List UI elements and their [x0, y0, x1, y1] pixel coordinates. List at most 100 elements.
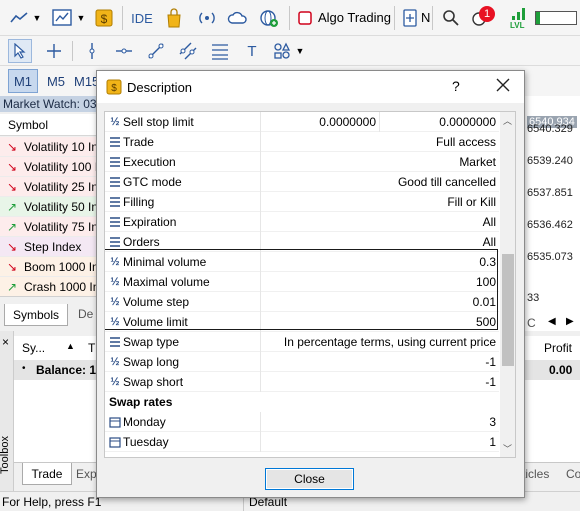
ide-button[interactable]: IDE [129, 9, 155, 27]
market-watch-row[interactable]: ↘ Volatility 10 In [0, 137, 100, 157]
help-button[interactable]: ? [452, 78, 460, 94]
properties-list: ½ Sell stop limit 0.0000000 0.0000000 Trade F… [104, 111, 516, 458]
market-watch-row[interactable]: ↘ Step Index [0, 237, 100, 257]
dialog-titlebar[interactable]: $ Description ? [97, 71, 524, 103]
tab-symbols[interactable]: Symbols [4, 304, 68, 326]
tab-exposure[interactable]: Exp [76, 467, 97, 481]
signal-strength-icon [510, 7, 528, 21]
chevron-right-icon[interactable]: ▶ [566, 316, 574, 327]
chevron-left-icon[interactable]: ◀ [548, 316, 556, 327]
tab-articles[interactable]: ticles [522, 467, 549, 481]
property-row[interactable]: ½ Swap long -1 [105, 352, 499, 372]
property-row[interactable]: ½ Volume limit 500 [105, 312, 499, 332]
property-row[interactable]: Trade Full access [105, 132, 499, 152]
crosshair-icon[interactable] [42, 40, 66, 62]
channel-icon[interactable] [176, 40, 200, 62]
property-row[interactable]: ½ Maximal volume 100 [105, 272, 499, 292]
chart-tab-c[interactable]: C [527, 316, 536, 330]
property-row[interactable]: Expiration All [105, 212, 499, 232]
trendline-icon[interactable] [144, 40, 168, 62]
signal-icon[interactable] [196, 8, 218, 28]
market-watch-row[interactable]: ↗ Crash 1000 In [0, 277, 100, 297]
column-profit[interactable]: Profit [544, 341, 572, 355]
globe-add-icon[interactable] [258, 7, 280, 29]
property-value: -1 [485, 355, 496, 369]
property-row[interactable]: Swap type In percentage terms, using curr… [105, 332, 499, 352]
property-row[interactable]: Orders All [105, 232, 499, 252]
property-row[interactable]: ½ Swap short -1 [105, 372, 499, 392]
property-value: Market [459, 155, 496, 169]
new-order-label[interactable]: N [421, 10, 431, 25]
shapes-icon[interactable] [270, 40, 294, 62]
lvl-label: LVL [510, 21, 525, 30]
property-value: -1 [485, 375, 496, 389]
list-icon [109, 335, 121, 349]
algo-trading-toggle[interactable] [298, 11, 312, 25]
market-watch-row[interactable]: ↗ Volatility 75 In [0, 217, 100, 237]
market-watch-row[interactable]: ↘ Boom 1000 In [0, 257, 100, 277]
tab-details[interactable]: De [78, 307, 93, 321]
close-icon[interactable]: × [2, 335, 9, 349]
fraction-icon: ½ [110, 276, 120, 288]
column-t[interactable]: T [88, 341, 95, 355]
list-icon [109, 215, 121, 229]
market-watch-row[interactable]: ↗ Volatility 50 In [0, 197, 100, 217]
property-row[interactable]: Monday 3 [105, 412, 499, 432]
property-name: Swap type [123, 335, 180, 349]
property-row[interactable]: Tuesday 1 [105, 432, 499, 452]
property-row[interactable]: Execution Market [105, 152, 499, 172]
fraction-icon: ½ [110, 116, 120, 128]
chevron-down-icon[interactable]: ▼ [32, 10, 42, 26]
timeframe-m1[interactable]: M1 [8, 69, 38, 93]
line-chart-icon[interactable] [8, 8, 30, 28]
toolbox-label: Toolbox [0, 436, 11, 474]
property-name: Trade [123, 135, 154, 149]
calendar-icon [109, 435, 121, 449]
shopping-bag-icon[interactable] [163, 7, 185, 29]
scroll-down-icon[interactable]: ﹀ [503, 442, 512, 455]
property-row[interactable]: ½ Minimal volume 0.3 [105, 252, 499, 272]
list-icon [109, 235, 121, 249]
close-button[interactable]: Close [265, 468, 354, 490]
vertical-line-icon[interactable] [80, 40, 104, 62]
property-value: Full access [435, 135, 496, 149]
chevron-down-icon[interactable]: ▼ [76, 10, 86, 26]
chevron-down-icon[interactable]: ▼ [295, 44, 305, 58]
property-name: Execution [123, 155, 176, 169]
property-row[interactable]: ½ Volume step 0.01 [105, 292, 499, 312]
tab-codebase[interactable]: Co [566, 467, 580, 481]
text-tool-icon[interactable]: T [240, 40, 264, 62]
property-name: Sell stop limit [123, 115, 194, 129]
fibonacci-icon[interactable] [208, 40, 232, 62]
cursor-icon[interactable] [8, 39, 32, 63]
price-label: 6540.329 [527, 123, 573, 135]
scrollbar-thumb[interactable] [502, 254, 514, 366]
property-name: Volume limit [123, 315, 188, 329]
tab-trade[interactable]: Trade [22, 463, 72, 485]
chart-window-icon[interactable] [50, 7, 74, 29]
search-icon[interactable] [441, 9, 461, 27]
close-icon[interactable] [493, 75, 513, 97]
column-symbol[interactable]: Sy... [22, 341, 45, 355]
cloud-icon[interactable] [227, 8, 249, 28]
market-watch-row[interactable]: ↘ Volatility 100 I [0, 157, 100, 177]
new-order-icon[interactable] [401, 8, 419, 28]
timeframe-m5[interactable]: M5 [41, 69, 71, 93]
dollar-icon[interactable]: $ [94, 8, 114, 28]
symbol-name: Volatility 25 In [24, 180, 99, 194]
property-row[interactable]: ½ Sell stop limit 0.0000000 0.0000000 [105, 112, 499, 132]
property-value: 0.01 [472, 295, 496, 309]
property-row[interactable]: Filling Fill or Kill [105, 192, 499, 212]
bullet-icon: • [22, 363, 26, 374]
list-icon [109, 195, 121, 209]
algo-trading-label[interactable]: Algo Trading [318, 10, 391, 25]
dollar-icon: $ [106, 79, 122, 95]
calendar-icon [109, 415, 121, 429]
horizontal-line-icon[interactable] [112, 40, 136, 62]
market-watch-column-symbol[interactable]: Symbol [0, 114, 100, 136]
symbol-name: Boom 1000 In [24, 260, 99, 274]
scroll-up-icon[interactable]: ︿ [503, 114, 512, 127]
market-watch-row[interactable]: ↘ Volatility 25 In [0, 177, 100, 197]
property-row[interactable]: GTC mode Good till cancelled [105, 172, 499, 192]
scrollbar[interactable]: ︿ ﹀ [500, 112, 515, 457]
